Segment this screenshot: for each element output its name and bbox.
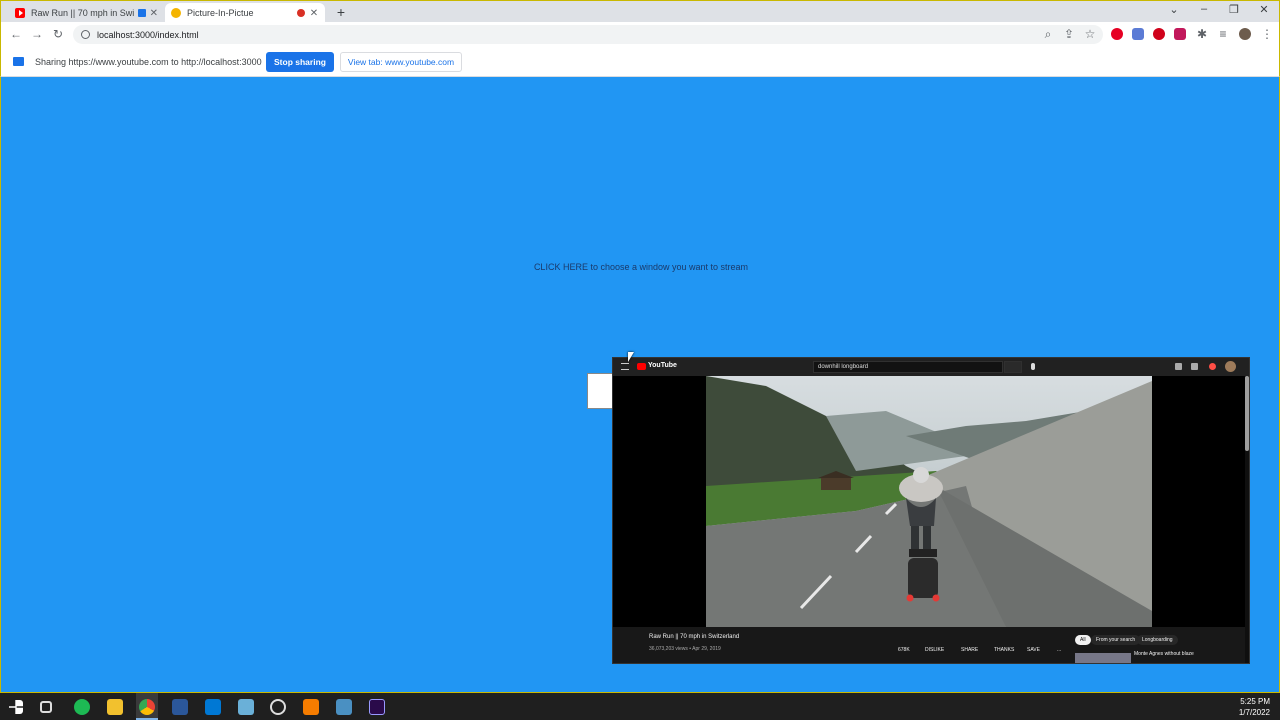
file-explorer-icon[interactable] bbox=[107, 699, 123, 715]
recording-icon bbox=[297, 9, 305, 17]
system-clock[interactable]: 5:25 PM 1/7/2022 bbox=[1239, 696, 1270, 718]
save-button[interactable]: SAVE bbox=[1027, 647, 1040, 653]
premiere-icon[interactable] bbox=[369, 699, 385, 715]
picture-in-picture-window[interactable]: YouTube downhill longboard Raw Run || 70… bbox=[612, 357, 1250, 664]
photos-icon[interactable] bbox=[336, 699, 352, 715]
notifications-icon[interactable] bbox=[1209, 363, 1216, 370]
minimize-button[interactable]: – bbox=[1194, 3, 1214, 15]
tab-title: Picture-In-Pictue bbox=[187, 8, 254, 18]
back-button[interactable]: ← bbox=[9, 27, 23, 41]
clock-time: 5:25 PM bbox=[1240, 697, 1270, 706]
info-icon[interactable] bbox=[81, 30, 90, 39]
sharing-infobar: Sharing https://www.youtube.com to http:… bbox=[0, 47, 1280, 77]
app-icon[interactable] bbox=[238, 699, 254, 715]
share-button[interactable]: SHARE bbox=[961, 647, 978, 653]
address-bar[interactable]: localhost:3000/index.html bbox=[73, 25, 1103, 44]
chip-all[interactable]: All bbox=[1075, 635, 1091, 645]
sharing-message: Sharing https://www.youtube.com to http:… bbox=[35, 57, 262, 67]
tab-youtube[interactable]: Raw Run || 70 mph in Switzerland ✕ bbox=[9, 3, 164, 23]
zoom-icon[interactable]: ⌕ bbox=[1041, 27, 1055, 41]
stop-sharing-button[interactable]: Stop sharing bbox=[266, 52, 334, 72]
bookmark-star-icon[interactable]: ☆ bbox=[1083, 27, 1097, 41]
close-icon[interactable]: ✕ bbox=[150, 8, 158, 19]
url-text: localhost:3000/index.html bbox=[97, 29, 199, 40]
reading-list-icon[interactable]: ≡ bbox=[1216, 27, 1230, 41]
youtube-header: YouTube downhill longboard bbox=[613, 358, 1249, 376]
chip-longboarding[interactable]: Longboarding bbox=[1137, 635, 1178, 645]
like-button[interactable]: 678K bbox=[898, 647, 910, 653]
close-window-button[interactable]: ✕ bbox=[1254, 3, 1274, 16]
extension-icon[interactable] bbox=[1132, 28, 1144, 40]
windows-taskbar: 5:25 PM 1/7/2022 bbox=[0, 692, 1280, 720]
youtube-icon bbox=[15, 8, 25, 18]
browser-toolbar: ← → ↻ localhost:3000/index.html ⌕ ⇪ ☆ ✱ … bbox=[0, 22, 1280, 47]
more-button[interactable]: ... bbox=[1057, 647, 1061, 653]
sublime-icon[interactable] bbox=[303, 699, 319, 715]
vscode-icon[interactable] bbox=[205, 699, 221, 715]
video-player[interactable] bbox=[613, 376, 1245, 627]
casting-icon bbox=[138, 9, 146, 17]
pinterest-extension-icon[interactable] bbox=[1111, 28, 1123, 40]
tab-picture-in-picture[interactable]: Picture-In-Pictue ✕ bbox=[165, 3, 325, 23]
hamburger-menu-icon[interactable] bbox=[621, 363, 629, 370]
share-icon[interactable]: ⇪ bbox=[1062, 27, 1076, 41]
microphone-icon[interactable] bbox=[1031, 363, 1035, 370]
scrollbar[interactable] bbox=[1245, 376, 1249, 451]
profile-avatar[interactable] bbox=[1239, 28, 1251, 40]
start-windows-icon[interactable] bbox=[9, 700, 23, 714]
tab-title: Raw Run || 70 mph in Switzerland bbox=[31, 8, 134, 18]
obs-icon[interactable] bbox=[270, 699, 286, 715]
word-icon[interactable] bbox=[172, 699, 188, 715]
mouse-cursor bbox=[628, 352, 634, 362]
search-icon[interactable] bbox=[1004, 361, 1022, 373]
app-icon bbox=[171, 8, 181, 18]
video-frame bbox=[706, 376, 1152, 627]
extension-icon[interactable] bbox=[1174, 28, 1186, 40]
puzzle-extensions-icon[interactable]: ✱ bbox=[1195, 27, 1209, 41]
adblock-extension-icon[interactable] bbox=[1153, 28, 1165, 40]
tab-search-icon[interactable]: ⌄ bbox=[1164, 3, 1184, 16]
recommended-thumbnail[interactable] bbox=[1075, 653, 1131, 663]
apps-grid-icon[interactable] bbox=[1191, 363, 1198, 370]
dislike-button[interactable]: DISLIKE bbox=[925, 647, 944, 653]
spotify-icon[interactable] bbox=[74, 699, 90, 715]
thanks-button[interactable]: THANKS bbox=[994, 647, 1014, 653]
choose-window-link[interactable]: CLICK HERE to choose a window you want t… bbox=[1, 262, 1280, 272]
chip-from-search[interactable]: From your search bbox=[1091, 635, 1141, 645]
video-scene bbox=[706, 376, 1152, 627]
video-meta: 36,073,203 views • Apr 29, 2019 bbox=[649, 646, 721, 652]
create-icon[interactable] bbox=[1175, 363, 1182, 370]
youtube-logo-icon[interactable] bbox=[637, 363, 646, 370]
close-icon[interactable]: ✕ bbox=[309, 8, 319, 19]
avatar[interactable] bbox=[1225, 361, 1236, 372]
recommended-title[interactable]: Monte Agnes without blaze bbox=[1134, 651, 1194, 657]
tab-strip: Raw Run || 70 mph in Switzerland ✕ Pictu… bbox=[0, 0, 1280, 23]
restore-button[interactable]: ❐ bbox=[1224, 3, 1244, 16]
reload-button[interactable]: ↻ bbox=[51, 27, 65, 41]
view-tab-button[interactable]: View tab: www.youtube.com bbox=[340, 52, 462, 72]
video-title: Raw Run || 70 mph in Switzerland bbox=[649, 634, 740, 640]
chrome-icon[interactable] bbox=[139, 699, 155, 715]
screen-share-icon bbox=[13, 57, 24, 66]
new-tab-button[interactable]: + bbox=[334, 4, 348, 20]
menu-icon[interactable]: ⋮ bbox=[1260, 27, 1274, 41]
clock-date: 1/7/2022 bbox=[1238, 708, 1270, 717]
task-view-icon[interactable] bbox=[40, 701, 52, 713]
forward-button[interactable]: → bbox=[30, 27, 44, 41]
youtube-logo-text[interactable]: YouTube bbox=[648, 362, 677, 369]
video-info: Raw Run || 70 mph in Switzerland 36,073,… bbox=[613, 627, 1245, 663]
youtube-search-input[interactable]: downhill longboard bbox=[813, 361, 1003, 373]
